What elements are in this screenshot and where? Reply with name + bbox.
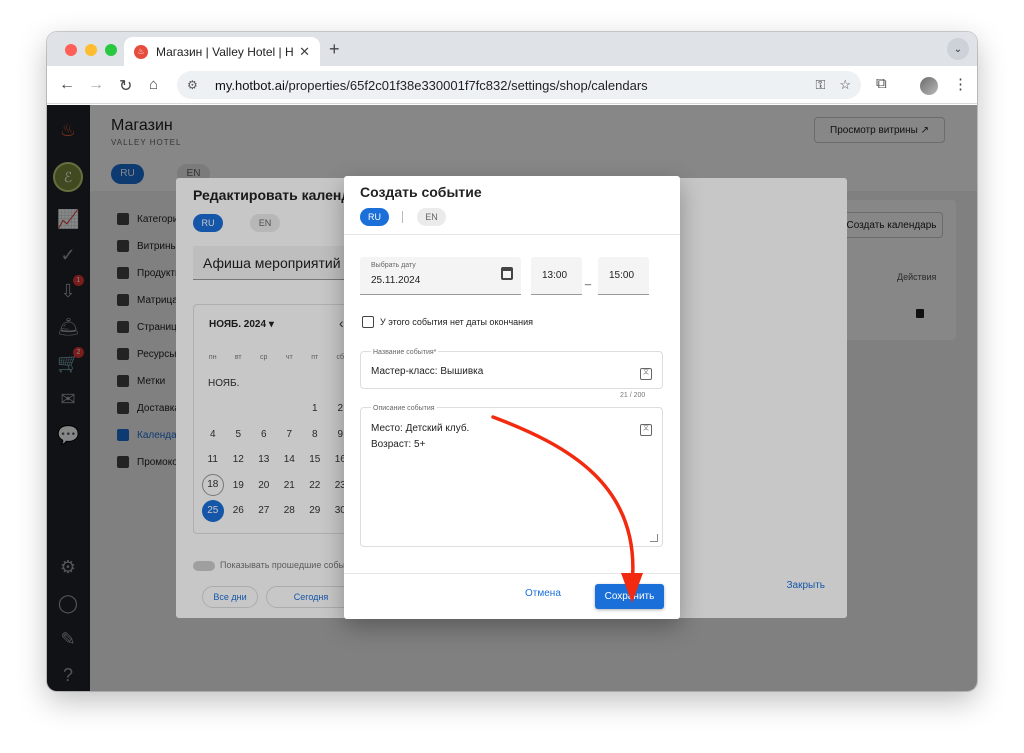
url-path: /properties/65f2c01f38e330001f7fc832/set… <box>284 77 648 93</box>
address-bar[interactable]: ⚙ my.hotbot.ai/properties/65f2c01f38e330… <box>177 71 861 99</box>
home-icon[interactable]: ⌂ <box>149 76 158 93</box>
arrow-head <box>621 573 643 603</box>
arrow-shaft <box>491 415 635 587</box>
maximize-window-button[interactable] <box>105 44 117 56</box>
url-text: my.hotbot.ai/properties/65f2c01f38e33000… <box>215 78 801 93</box>
browser-tab[interactable]: ♨ Магазин | Valley Hotel | Hotb ✕ <box>124 37 320 66</box>
annotation-arrow <box>491 415 643 603</box>
window-controls <box>65 44 117 56</box>
site-settings-icon[interactable]: ⚙ <box>187 78 203 92</box>
password-key-icon[interactable]: ⚿ <box>815 77 825 93</box>
bookmark-star-icon[interactable]: ☆ <box>839 77 851 93</box>
forward-arrow-icon[interactable]: → <box>88 76 104 94</box>
reload-icon[interactable]: ↻ <box>119 76 132 96</box>
profile-avatar[interactable] <box>920 77 938 95</box>
tab-title: Магазин | Valley Hotel | Hotb <box>156 44 294 59</box>
hotbot-favicon-icon: ♨ <box>134 44 148 59</box>
browser-window: ♨ Магазин | Valley Hotel | Hotb ✕ + ⌄ ← … <box>47 32 977 691</box>
tab-close-icon[interactable]: ✕ <box>299 44 310 60</box>
browser-toolbar: ← → ↻ ⌂ ⚙ my.hotbot.ai/properties/65f2c0… <box>47 66 977 104</box>
back-arrow-icon[interactable]: ← <box>59 76 75 94</box>
url-host: my.hotbot.ai <box>215 77 285 93</box>
close-window-button[interactable] <box>65 44 77 56</box>
minimize-window-button[interactable] <box>85 44 97 56</box>
tab-bar: ♨ Магазин | Valley Hotel | Hotb ✕ + ⌄ <box>47 32 977 66</box>
tab-search-chevron-icon[interactable]: ⌄ <box>947 38 969 60</box>
app-page: ♨ ℰ 📈 ✓ ⇩ 1 🛎 🛒 2 ✉ 💬 ⚙ ◯ ✎ ? Магазин VA… <box>47 105 977 691</box>
new-tab-button[interactable]: + <box>329 39 340 60</box>
extensions-puzzle-icon[interactable]: ⧉ <box>876 75 887 92</box>
browser-menu-icon[interactable]: ⋮ <box>953 75 968 93</box>
